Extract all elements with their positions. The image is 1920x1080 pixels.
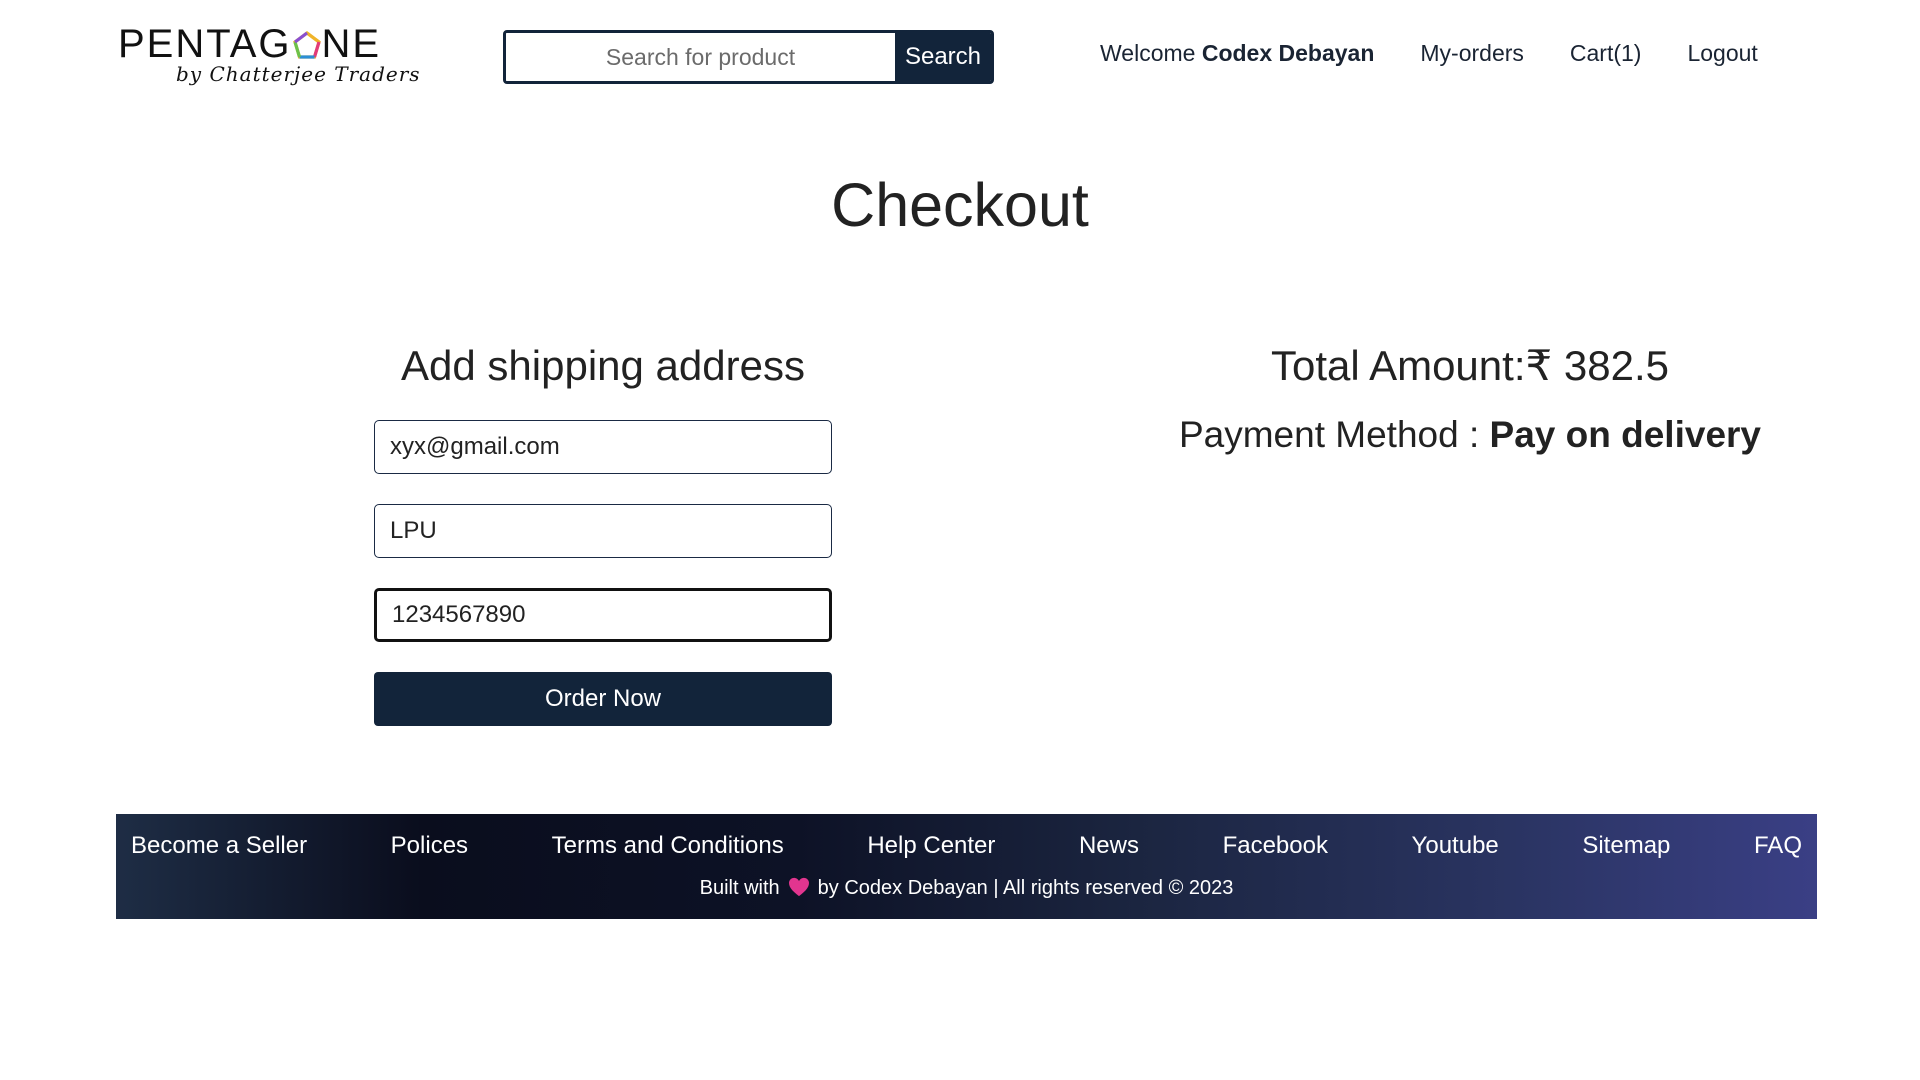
order-summary: Total Amount:₹ 382.5 Payment Method : Pa…: [1150, 340, 1790, 458]
footer-link-facebook[interactable]: Facebook: [1223, 832, 1328, 860]
address-field[interactable]: [374, 504, 832, 558]
footer-link-faq[interactable]: FAQ: [1754, 832, 1802, 860]
order-now-button[interactable]: Order Now: [374, 672, 832, 726]
user-name: Codex Debayan: [1201, 39, 1375, 66]
total-label: Total Amount:: [1271, 342, 1526, 389]
site-footer: Become a Seller Polices Terms and Condit…: [116, 814, 1817, 919]
cart-link[interactable]: Cart(1): [1570, 40, 1642, 67]
footer-links: Become a Seller Polices Terms and Condit…: [116, 832, 1817, 860]
currency-symbol: ₹: [1525, 342, 1553, 389]
page-title: Checkout: [831, 171, 1089, 239]
footer-link-help-center[interactable]: Help Center: [867, 832, 995, 860]
user-nav: Welcome Codex Debayan My-orders Cart(1) …: [1100, 36, 1758, 70]
payment-method: Payment Method : Pay on delivery: [1150, 412, 1790, 458]
shipping-heading: Add shipping address: [401, 342, 805, 389]
credit-before: Built with: [699, 877, 780, 899]
footer-link-terms[interactable]: Terms and Conditions: [552, 832, 784, 860]
total-amount: Total Amount:₹ 382.5: [1150, 340, 1790, 392]
footer-link-sitemap[interactable]: Sitemap: [1582, 832, 1670, 860]
footer-link-news[interactable]: News: [1079, 832, 1139, 860]
payment-value: Pay on delivery: [1489, 414, 1761, 455]
total-value: 382.5: [1563, 342, 1669, 389]
search-form: Search: [503, 30, 994, 84]
site-header: PENTAG NE by Chatterjee Traders Search W…: [0, 0, 1920, 110]
logout-link[interactable]: Logout: [1687, 40, 1757, 67]
brand-logo[interactable]: PENTAG NE by Chatterjee Traders: [118, 22, 421, 92]
email-field[interactable]: [374, 420, 832, 474]
credit-after: by Codex Debayan | All rights reserved ©…: [817, 877, 1234, 899]
phone-field[interactable]: [374, 588, 832, 642]
heart-icon: [788, 877, 809, 897]
brand-name-suffix: NE: [321, 22, 382, 66]
brand-name-prefix: PENTAG: [118, 22, 292, 66]
search-input[interactable]: [506, 33, 895, 81]
welcome-message: Welcome Codex Debayan: [1100, 40, 1374, 67]
search-button[interactable]: Search: [895, 33, 991, 81]
footer-link-youtube[interactable]: Youtube: [1412, 832, 1499, 860]
welcome-prefix: Welcome: [1100, 39, 1202, 66]
shipping-form-section: Add shipping address Order Now: [374, 340, 832, 726]
pentagon-gem-icon: [292, 31, 321, 59]
my-orders-link[interactable]: My-orders: [1420, 40, 1524, 67]
footer-link-policies[interactable]: Polices: [391, 832, 468, 860]
brand-tagline: by Chatterjee Traders: [176, 62, 421, 86]
footer-link-become-seller[interactable]: Become a Seller: [131, 832, 307, 860]
brand-wordmark: PENTAG NE: [118, 22, 381, 66]
payment-label: Payment Method :: [1178, 414, 1490, 455]
footer-credit: Built with by Codex Debayan | All rights…: [116, 877, 1817, 900]
